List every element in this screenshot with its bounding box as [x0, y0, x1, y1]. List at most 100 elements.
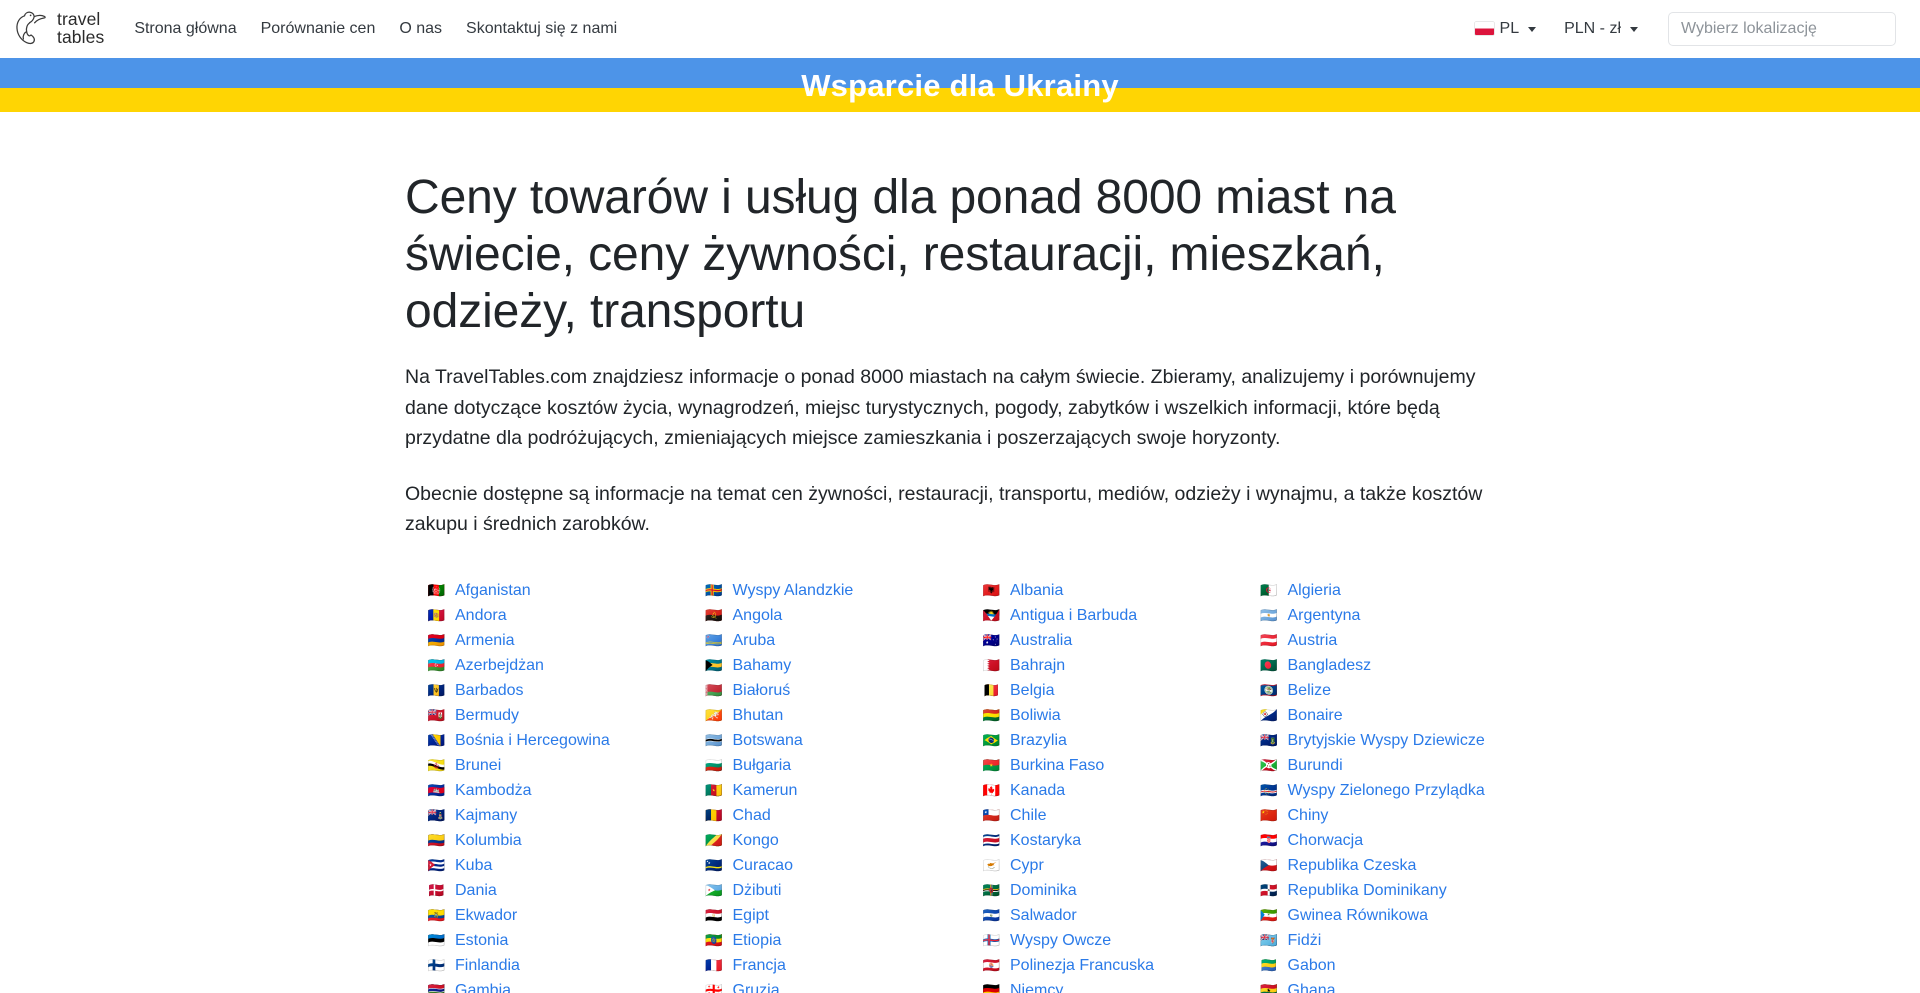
country-link[interactable]: Salwador	[1010, 905, 1077, 927]
country-list-item[interactable]: 🇨🇻 Wyspy Zielonego Przylądka	[1238, 778, 1516, 803]
country-list-item[interactable]: 🇬🇦 Gabon	[1238, 953, 1516, 978]
location-search-input[interactable]	[1668, 11, 1896, 46]
country-link[interactable]: Belize	[1288, 680, 1332, 702]
country-link[interactable]: Kanada	[1010, 780, 1065, 802]
country-list-item[interactable]: 🇨🇼 Curacao	[683, 853, 961, 878]
country-link[interactable]: Bonaire	[1288, 705, 1343, 727]
country-list-item[interactable]: 🇦🇫 Afganistan	[405, 578, 683, 603]
country-list-item[interactable]: 🇨🇬 Kongo	[683, 828, 961, 853]
country-link[interactable]: Afganistan	[455, 580, 531, 602]
country-list-item[interactable]: 🇩🇰 Dania	[405, 878, 683, 903]
country-list-item[interactable]: 🇩🇿 Algieria	[1238, 578, 1516, 603]
country-link[interactable]: Brazylia	[1010, 730, 1067, 752]
country-link[interactable]: Burundi	[1288, 755, 1343, 777]
country-link[interactable]: Azerbejdżan	[455, 655, 544, 677]
country-link[interactable]: Gruzja	[733, 980, 780, 993]
country-link[interactable]: Australia	[1010, 630, 1072, 652]
country-list-item[interactable]: 🇧🇼 Botswana	[683, 728, 961, 753]
country-list-item[interactable]: 🇨🇴 Kolumbia	[405, 828, 683, 853]
country-list-item[interactable]: 🇦🇩 Andora	[405, 603, 683, 628]
country-link[interactable]: Algieria	[1288, 580, 1341, 602]
country-list-item[interactable]: 🇧🇿 Belize	[1238, 678, 1516, 703]
country-list-item[interactable]: 🇬🇭 Ghana	[1238, 978, 1516, 993]
country-link[interactable]: Austria	[1288, 630, 1338, 652]
country-link[interactable]: Bermudy	[455, 705, 519, 727]
country-list-item[interactable]: 🇧🇳 Brunei	[405, 753, 683, 778]
country-list-item[interactable]: 🇫🇮 Finlandia	[405, 953, 683, 978]
country-link[interactable]: Chad	[733, 805, 771, 827]
country-list-item[interactable]: 🇫🇷 Francja	[683, 953, 961, 978]
country-list-item[interactable]: 🇪🇹 Etiopia	[683, 928, 961, 953]
country-list-item[interactable]: 🇪🇨 Ekwador	[405, 903, 683, 928]
country-list-item[interactable]: 🇨🇳 Chiny	[1238, 803, 1516, 828]
country-list-item[interactable]: 🇬🇲 Gambia	[405, 978, 683, 993]
country-list-item[interactable]: 🇪🇪 Estonia	[405, 928, 683, 953]
country-link[interactable]: Gabon	[1288, 955, 1336, 977]
country-list-item[interactable]: 🇧🇮 Burundi	[1238, 753, 1516, 778]
country-link[interactable]: Finlandia	[455, 955, 520, 977]
nav-link-home[interactable]: Strona główna	[122, 12, 248, 46]
country-list-item[interactable]: 🇨🇺 Kuba	[405, 853, 683, 878]
country-link[interactable]: Ghana	[1288, 980, 1336, 993]
country-link[interactable]: Francja	[733, 955, 786, 977]
country-link[interactable]: Gambia	[455, 980, 511, 993]
country-link[interactable]: Boliwia	[1010, 705, 1061, 727]
brand-logo-link[interactable]: travel tables	[12, 9, 104, 49]
country-link[interactable]: Kostaryka	[1010, 830, 1081, 852]
country-link[interactable]: Bułgaria	[733, 755, 792, 777]
country-link[interactable]: Bhutan	[733, 705, 784, 727]
country-list-item[interactable]: 🇧🇦 Bośnia i Hercegowina	[405, 728, 683, 753]
country-list-item[interactable]: 🇬🇶 Gwinea Równikowa	[1238, 903, 1516, 928]
country-link[interactable]: Polinezja Francuska	[1010, 955, 1154, 977]
country-list-item[interactable]: 🇩🇪 Niemcy	[960, 978, 1238, 993]
country-link[interactable]: Aruba	[733, 630, 776, 652]
country-link[interactable]: Armenia	[455, 630, 515, 652]
country-link[interactable]: Kuba	[455, 855, 492, 877]
country-list-item[interactable]: 🇪🇬 Egipt	[683, 903, 961, 928]
country-link[interactable]: Dżibuti	[733, 880, 782, 902]
country-link[interactable]: Kamerun	[733, 780, 798, 802]
country-link[interactable]: Republika Czeska	[1288, 855, 1417, 877]
country-list-item[interactable]: 🇦🇲 Armenia	[405, 628, 683, 653]
country-link[interactable]: Andora	[455, 605, 507, 627]
country-list-item[interactable]: 🇦🇼 Aruba	[683, 628, 961, 653]
country-link[interactable]: Republika Dominikany	[1288, 880, 1447, 902]
country-list-item[interactable]: 🇦🇴 Angola	[683, 603, 961, 628]
ukraine-support-banner[interactable]: Wsparcie dla Ukrainy	[0, 58, 1920, 112]
country-link[interactable]: Curacao	[733, 855, 793, 877]
country-link[interactable]: Wyspy Alandzkie	[733, 580, 854, 602]
country-list-item[interactable]: 🇧🇫 Burkina Faso	[960, 753, 1238, 778]
country-list-item[interactable]: 🇨🇦 Kanada	[960, 778, 1238, 803]
country-list-item[interactable]: 🇧🇸 Bahamy	[683, 653, 961, 678]
country-list-item[interactable]: 🇧🇧 Barbados	[405, 678, 683, 703]
country-link[interactable]: Bangladesz	[1288, 655, 1372, 677]
country-list-item[interactable]: 🇧🇬 Bułgaria	[683, 753, 961, 778]
country-list-item[interactable]: 🇧🇲 Bermudy	[405, 703, 683, 728]
country-list-item[interactable]: 🇨🇷 Kostaryka	[960, 828, 1238, 853]
language-selector[interactable]: PL	[1461, 12, 1551, 46]
country-link[interactable]: Brytyjskie Wyspy Dziewicze	[1288, 730, 1485, 752]
country-list-item[interactable]: 🇰🇾 Kajmany	[405, 803, 683, 828]
country-link[interactable]: Barbados	[455, 680, 524, 702]
country-link[interactable]: Antigua i Barbuda	[1010, 605, 1137, 627]
country-list-item[interactable]: 🇨🇿 Republika Czeska	[1238, 853, 1516, 878]
country-link[interactable]: Kolumbia	[455, 830, 522, 852]
country-list-item[interactable]: 🇧🇭 Bahrajn	[960, 653, 1238, 678]
country-list-item[interactable]: 🇧🇾 Białoruś	[683, 678, 961, 703]
country-link[interactable]: Wyspy Owcze	[1010, 930, 1111, 952]
country-link[interactable]: Egipt	[733, 905, 769, 927]
country-link[interactable]: Botswana	[733, 730, 803, 752]
country-list-item[interactable]: 🇦🇺 Australia	[960, 628, 1238, 653]
country-link[interactable]: Bahrajn	[1010, 655, 1065, 677]
country-list-item[interactable]: 🇫🇯 Fidżi	[1238, 928, 1516, 953]
country-link[interactable]: Wyspy Zielonego Przylądka	[1288, 780, 1485, 802]
ukraine-support-banner-text[interactable]: Wsparcie dla Ukrainy	[801, 70, 1119, 101]
country-list-item[interactable]: 🇫🇴 Wyspy Owcze	[960, 928, 1238, 953]
country-list-item[interactable]: 🇧🇶 Bonaire	[1238, 703, 1516, 728]
country-link[interactable]: Ekwador	[455, 905, 517, 927]
country-list-item[interactable]: 🇧🇹 Bhutan	[683, 703, 961, 728]
country-link[interactable]: Cypr	[1010, 855, 1044, 877]
country-link[interactable]: Dominika	[1010, 880, 1077, 902]
country-link[interactable]: Bahamy	[733, 655, 792, 677]
nav-link-contact[interactable]: Skontaktuj się z nami	[454, 12, 629, 46]
